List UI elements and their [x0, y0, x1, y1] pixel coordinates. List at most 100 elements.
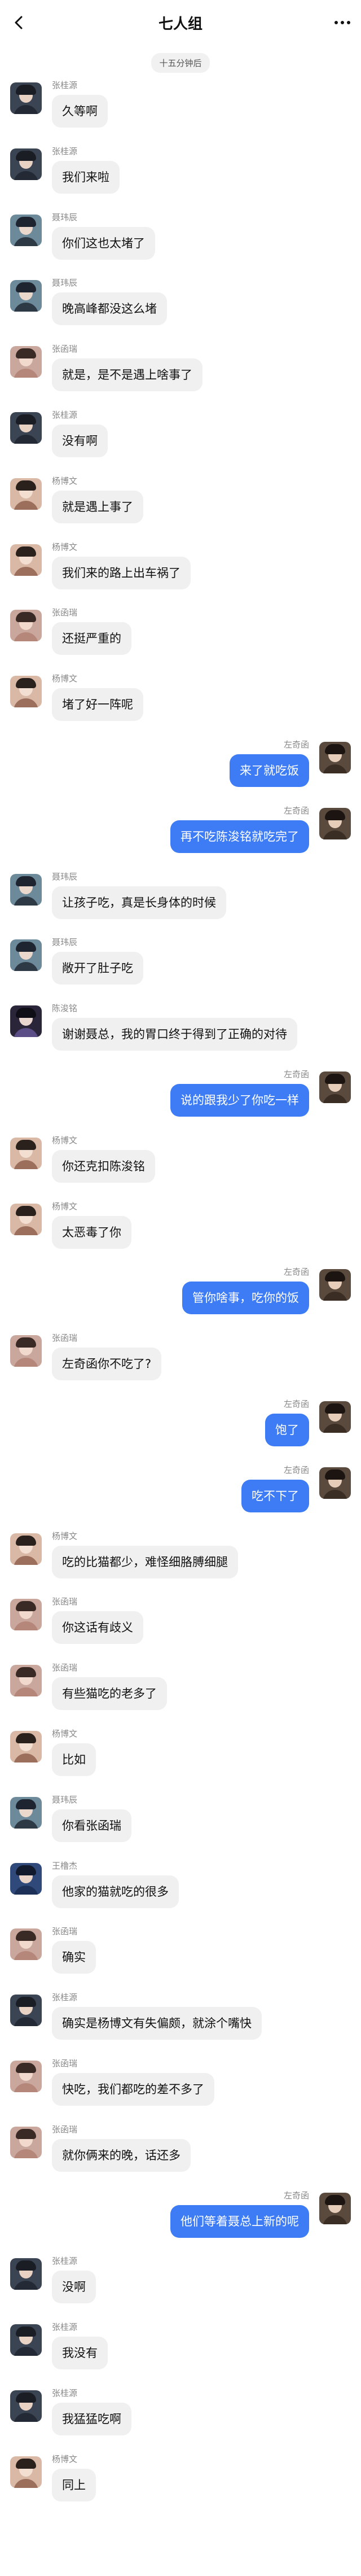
sender-name: 左奇函	[283, 1398, 309, 1409]
avatar[interactable]	[10, 2324, 42, 2356]
avatar[interactable]	[10, 2258, 42, 2290]
avatar-shoulders	[14, 2083, 38, 2092]
received-message-bubble[interactable]: 同上	[52, 2468, 96, 2501]
avatar-hair	[16, 150, 36, 161]
received-message-bubble[interactable]: 晚高峰都没这么堵	[52, 292, 167, 326]
received-message-bubble[interactable]: 久等啊	[52, 95, 108, 128]
received-message-bubble[interactable]: 你这话有歧义	[52, 1611, 143, 1645]
avatar-hair	[16, 85, 36, 95]
avatar[interactable]	[10, 1599, 42, 1631]
avatar[interactable]	[10, 1796, 42, 1829]
avatar[interactable]	[319, 1401, 351, 1433]
received-message-bubble[interactable]: 你还克扣陈浚铭	[52, 1149, 155, 1183]
avatar-hair	[16, 1667, 36, 1678]
received-message-bubble[interactable]: 确实是杨博文有失偏颇，就涂个嘴快	[52, 2007, 262, 2040]
avatar-hair	[16, 1865, 36, 1875]
sent-message-bubble[interactable]: 吃不下了	[241, 1479, 309, 1512]
message-row: 杨博文 太恶毒了你	[0, 1200, 361, 1266]
avatar[interactable]	[10, 544, 42, 576]
avatar-shoulders	[323, 830, 347, 839]
received-message-bubble[interactable]: 我们来啦	[52, 160, 120, 194]
avatar[interactable]	[10, 1533, 42, 1565]
received-message-bubble[interactable]: 你看张函瑞	[52, 1809, 131, 1842]
avatar[interactable]	[10, 2060, 42, 2092]
received-message-bubble[interactable]: 比如	[52, 1743, 96, 1776]
received-message-bubble[interactable]: 吃的比猫都少，难怪细胳膊细腿	[52, 1545, 238, 1578]
avatar[interactable]	[10, 1730, 42, 1762]
received-message-bubble[interactable]: 就你俩来的晚，话还多	[52, 2138, 191, 2172]
received-message-bubble[interactable]: 让孩子吃，真是长身体的时候	[52, 886, 226, 919]
received-message-bubble[interactable]: 你们这也太堵了	[52, 226, 155, 260]
avatar[interactable]	[10, 1665, 42, 1697]
avatar-hair	[16, 2062, 36, 2073]
received-message-bubble[interactable]: 我猛猛吃啊	[52, 2402, 131, 2435]
avatar-shoulders	[14, 1226, 38, 1235]
received-message-bubble[interactable]: 堵了好一阵呢	[52, 688, 143, 721]
received-message-bubble[interactable]: 就是，是不是遇上啥事了	[52, 358, 202, 392]
more-options-button[interactable]	[329, 11, 355, 34]
avatar-shoulders	[14, 632, 38, 642]
sent-message-bubble[interactable]: 饱了	[265, 1413, 309, 1446]
avatar[interactable]	[10, 1005, 42, 1038]
avatar[interactable]	[319, 1071, 351, 1103]
avatar[interactable]	[10, 214, 42, 246]
sent-message-bubble[interactable]: 他们等着聂总上新的呢	[170, 2205, 309, 2238]
sender-name: 聂玮辰	[52, 871, 78, 882]
received-message-bubble[interactable]: 有些猫吃的老多了	[52, 1677, 167, 1711]
received-message-bubble[interactable]: 没啊	[52, 2271, 96, 2304]
avatar[interactable]	[10, 2126, 42, 2158]
avatar[interactable]	[10, 1137, 42, 1169]
avatar[interactable]	[10, 346, 42, 378]
avatar[interactable]	[319, 1269, 351, 1301]
avatar[interactable]	[10, 2390, 42, 2422]
avatar[interactable]	[10, 676, 42, 708]
sender-name: 张函瑞	[52, 1926, 78, 1937]
received-message-bubble[interactable]: 太恶毒了你	[52, 1215, 131, 1249]
sent-message-bubble[interactable]: 管你啥事，吃你的饭	[182, 1282, 309, 1315]
sent-message-bubble[interactable]: 来了就吃饭	[230, 754, 309, 787]
received-message-bubble[interactable]: 我们来的路上出车祸了	[52, 556, 191, 589]
avatar[interactable]	[319, 2192, 351, 2224]
avatar[interactable]	[10, 610, 42, 642]
avatar-hair	[325, 1403, 345, 1414]
received-message-bubble[interactable]: 我没有	[52, 2337, 108, 2370]
received-message-bubble[interactable]: 快吃，我们都吃的差不多了	[52, 2072, 214, 2106]
received-message-bubble[interactable]: 还挺严重的	[52, 622, 131, 655]
avatar[interactable]	[10, 2456, 42, 2488]
avatar[interactable]	[10, 939, 42, 972]
sender-name: 张函瑞	[52, 607, 78, 618]
sender-name: 陈浚铭	[52, 1003, 78, 1014]
received-message-bubble[interactable]: 谢谢聂总，我的胃口终于得到了正确的对待	[52, 1018, 297, 1051]
received-message-bubble[interactable]: 就是遇上事了	[52, 490, 143, 523]
avatar[interactable]	[10, 1928, 42, 1961]
avatar-shoulders	[14, 2017, 38, 2027]
avatar[interactable]	[10, 148, 42, 180]
received-message-bubble[interactable]: 他家的猫就吃的很多	[52, 1875, 179, 1908]
received-message-bubble[interactable]: 敞开了肚子吃	[52, 952, 143, 985]
avatar-shoulders	[14, 566, 38, 576]
avatar[interactable]	[319, 807, 351, 839]
avatar[interactable]	[10, 1995, 42, 2027]
avatar[interactable]	[10, 1862, 42, 1895]
avatar[interactable]	[10, 478, 42, 510]
message-row: 张桂源 我猛猛吃啊	[0, 2387, 361, 2453]
sender-name: 聂玮辰	[52, 1794, 78, 1805]
message-row: 杨博文 我们来的路上出车祸了	[0, 541, 361, 607]
avatar[interactable]	[319, 741, 351, 773]
sent-message-bubble[interactable]: 说的跟我少了你吃一样	[170, 1083, 309, 1117]
avatar[interactable]	[10, 280, 42, 312]
message-row: 张桂源 我没有	[0, 2321, 361, 2387]
avatar[interactable]	[10, 1203, 42, 1235]
sent-message-bubble[interactable]: 再不吃陈浚铭就吃完了	[170, 820, 309, 853]
avatar[interactable]	[10, 1335, 42, 1367]
received-message-bubble[interactable]: 确实	[52, 1941, 96, 1974]
sender-name: 左奇函	[283, 739, 309, 750]
received-message-bubble[interactable]: 左奇函你不吃了?	[52, 1348, 162, 1381]
message-row: 陈浚铭谢谢聂总，我的胃口终于得到了正确的对待	[0, 1002, 361, 1068]
message-row: 张桂源 我们来啦	[0, 145, 361, 211]
received-message-bubble[interactable]: 没有啊	[52, 424, 108, 457]
avatar[interactable]	[10, 82, 42, 114]
avatar[interactable]	[10, 873, 42, 906]
avatar[interactable]	[10, 412, 42, 444]
avatar[interactable]	[319, 1467, 351, 1499]
